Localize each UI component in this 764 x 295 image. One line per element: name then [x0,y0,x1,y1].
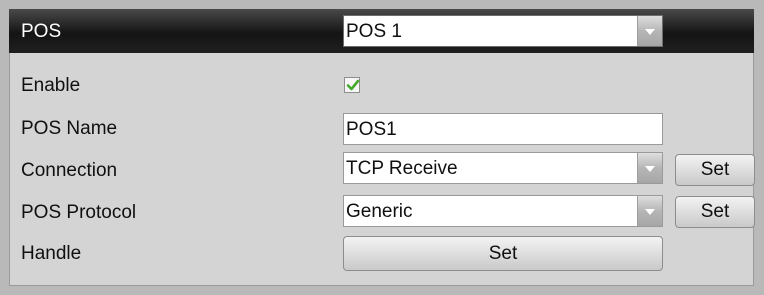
pos-select-value: POS 1 [346,21,402,42]
pos-protocol-value: Generic [346,201,413,222]
connection-value: TCP Receive [346,158,458,179]
pos-protocol-label: POS Protocol [21,202,137,223]
pos-protocol-set-button[interactable]: Set [675,196,755,228]
connection-select[interactable]: TCP Receive [343,152,663,184]
pos-name-input[interactable]: POS1 [343,113,663,145]
connection-label: Connection [21,160,118,181]
enable-checkbox[interactable] [344,77,360,93]
page-title: POS [21,21,62,42]
pos-name-label: POS Name [21,118,118,139]
handle-label: Handle [21,243,82,264]
panel-header: POS POS 1 [9,9,754,53]
chevron-down-icon[interactable] [637,16,662,46]
chevron-down-icon[interactable] [637,196,662,226]
handle-set-button[interactable]: Set [343,236,663,271]
checkmark-icon [346,79,360,91]
enable-label: Enable [21,75,81,96]
pos-name-value: POS1 [346,119,397,140]
chevron-down-icon[interactable] [637,153,662,183]
connection-set-button[interactable]: Set [675,154,755,186]
pos-select[interactable]: POS 1 [343,15,663,47]
pos-protocol-select[interactable]: Generic [343,195,663,227]
